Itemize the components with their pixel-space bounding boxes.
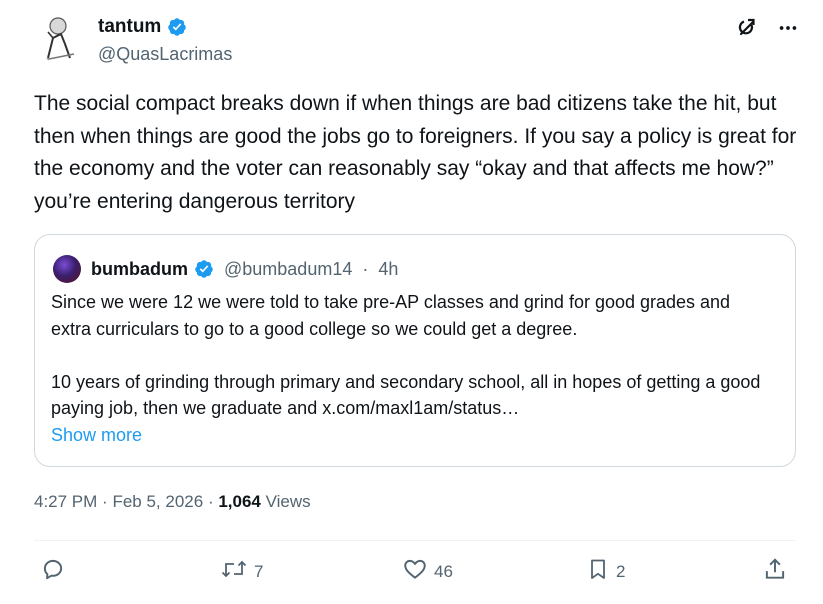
like-button[interactable]: 46 [402,556,453,587]
more-icon[interactable] [777,17,799,39]
tweet-time[interactable]: 4:27 PM [34,492,97,511]
reply-icon [40,556,66,587]
retweet-icon [220,556,248,587]
share-button[interactable] [762,556,788,587]
bookmark-count: 2 [616,561,626,581]
action-bar: 7 46 2 [34,556,796,596]
quoted-timestamp[interactable]: 4h [378,259,398,280]
quoted-separator: · [362,258,369,279]
quoted-author-handle[interactable]: @bumbadum14 [224,259,352,280]
divider [34,540,796,541]
views-label: Views [265,492,311,511]
retweet-count: 7 [254,561,264,581]
top-actions [735,16,799,40]
like-icon [402,556,428,587]
like-count: 46 [434,561,453,581]
show-more-link[interactable]: Show more [51,425,142,446]
quoted-tweet-card[interactable]: bumbadum @bumbadum14 · 4h Since we were … [34,234,796,467]
quoted-tweet-header: bumbadum @bumbadum14 · 4h [53,255,398,283]
author-avatar[interactable] [34,14,82,62]
tweet-date[interactable]: Feb 5, 2026 [112,492,203,511]
author-handle[interactable]: @QuasLacrimas [98,44,232,65]
views-count: 1,064 [218,492,261,511]
quoted-author-avatar[interactable] [53,255,81,283]
tweet-meta: 4:27 PM · Feb 5, 2026 · 1,064 Views [34,492,311,512]
grok-icon[interactable] [735,16,759,40]
verified-badge-icon [167,17,187,37]
meta-separator: · [207,492,214,511]
meta-separator: · [102,492,108,511]
bookmark-button[interactable]: 2 [586,556,625,587]
sisyphus-avatar-image [43,17,75,61]
verified-badge-icon [194,259,214,279]
tweet-text: The social compact breaks down if when t… [34,92,803,213]
quoted-author-name[interactable]: bumbadum [91,259,188,280]
share-icon [762,556,788,587]
author-name[interactable]: tantum [98,16,161,38]
author-block: tantum @QuasLacrimas [98,16,232,65]
bookmark-icon [586,556,610,587]
quoted-tweet-text: Since we were 12 we were told to take pr… [51,292,761,418]
retweet-button[interactable]: 7 [220,556,263,587]
reply-button[interactable] [40,556,72,587]
